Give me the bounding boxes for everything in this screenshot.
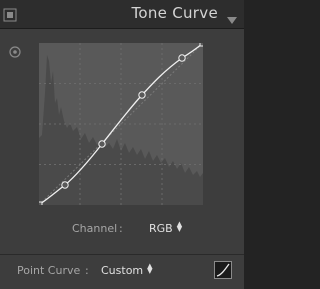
channel-colon: : — [119, 222, 123, 235]
tone-curve-svg[interactable] — [39, 43, 203, 205]
curve-point-white — [199, 43, 203, 47]
curve-point-black — [39, 201, 43, 205]
panel-switch-icon[interactable] — [3, 7, 17, 22]
tone-curve-graph[interactable] — [39, 43, 203, 205]
up-down-arrows-icon: ▲ ▼ — [147, 262, 153, 275]
tone-curve-panel: Tone Curve Channel: RGB ▲ ▼ Point Curve… — [0, 0, 244, 289]
point-curve-select[interactable]: Custom ▲ ▼ — [101, 262, 153, 278]
curve-point — [98, 140, 106, 148]
channel-row: Channel : RGB ▲ ▼ — [0, 220, 244, 238]
triangle-down-icon[interactable] — [227, 10, 237, 24]
curve-point — [138, 91, 146, 99]
channel-label: Channel — [72, 222, 118, 235]
curve-point — [61, 181, 69, 189]
panel-header[interactable]: Tone Curve — [0, 0, 244, 29]
curve-point — [178, 54, 186, 62]
channel-select[interactable]: RGB ▲ ▼ — [149, 220, 183, 236]
up-down-arrows-icon: ▲ ▼ — [176, 220, 183, 233]
target-adjustment-icon[interactable] — [8, 44, 22, 58]
channel-value[interactable]: RGB — [149, 222, 173, 235]
point-curve-value[interactable]: Custom — [101, 264, 143, 277]
point-curve-label: Point Curve — [17, 264, 81, 277]
point-curve-row: Point Curve : Custom ▲ ▼ — [0, 261, 244, 281]
edit-point-curve-icon[interactable] — [214, 261, 232, 279]
divider — [0, 254, 244, 255]
point-curve-colon: : — [85, 264, 89, 277]
panel-title: Tone Curve — [131, 4, 218, 22]
